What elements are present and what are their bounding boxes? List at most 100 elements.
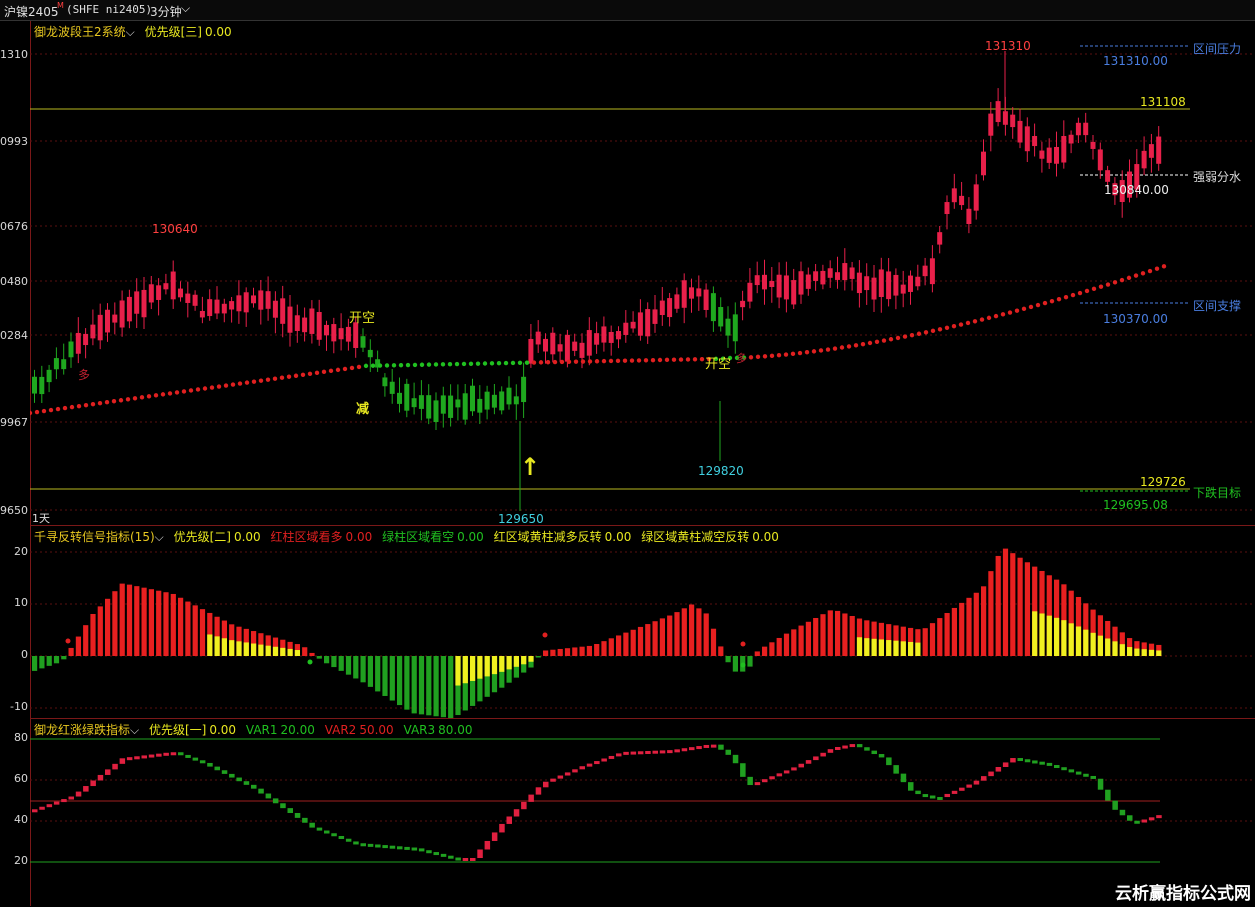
indicator-name[interactable]: 千寻反转信号指标(15) [34,530,155,544]
histogram-yellow-bar [893,640,899,656]
histogram-bar [389,656,395,701]
histogram-bar [601,641,607,656]
main-chart-panel[interactable]: 御龙波段王2系统⌵ 优先级[三] 0.00 1天 131310 130640 12… [30,21,1255,526]
trend-step [199,760,206,764]
y-tick: 1310 [0,48,28,61]
up-arrow-icon: ↑ [520,453,541,481]
trend-step [645,750,651,754]
trend-step [141,755,147,759]
period-selector[interactable]: 3分钟 [150,3,182,20]
period-label: 1天 [32,512,50,525]
histogram-yellow-bar [221,638,227,656]
ma-dot [48,407,54,413]
trend-indicator-panel[interactable]: 御龙红涨绿跌指标⌵ 优先级[一] 0.00 VAR1 20.00 VAR2 50.00… [30,718,1255,907]
symbol-name[interactable]: 沪镍2405 [4,3,59,20]
histogram-yellow-bar [513,656,519,667]
trend-step [608,755,615,759]
ma-dot [510,360,516,366]
trend-step-chart[interactable] [30,719,1255,907]
candle-body [148,284,154,303]
ma-dot [538,360,544,365]
histogram-bar [353,656,359,679]
reversal-histogram[interactable] [30,526,1255,719]
title-bar: 沪镍2405 M (SHFE ni2405) 3分钟 ⌵ [0,0,1255,21]
candle-body [105,309,110,333]
histogram-yellow-bar [1112,641,1118,656]
candle-body [199,310,205,318]
candle-body [1046,147,1052,163]
ma-dot [573,359,579,364]
candle-body [163,283,169,290]
ma-dot [804,350,810,355]
indicator-name[interactable]: 御龙红涨绿跌指标 [34,723,130,737]
ma-dot [1042,300,1048,306]
priority-value: 0.00 [233,530,261,544]
legend-label: 红柱区域看多 [270,530,343,544]
chevron-down-icon[interactable]: ⌵ [126,25,135,39]
histogram-bar [163,592,169,656]
ma-dot [608,358,614,364]
trend-step [798,763,804,768]
histogram-yellow-bar [900,641,906,656]
signal-reduce: 减 [356,402,370,417]
histogram-bar [309,652,315,656]
histogram-yellow-bar [1032,611,1038,656]
trend-step [258,788,264,794]
trend-step [616,753,622,757]
histogram-bar [557,648,563,656]
sub2-y-axis: 80 60 40 20 [0,719,31,906]
candlestick-chart[interactable] [30,21,1255,525]
symbol-marker: M [57,1,64,10]
histogram-bar [929,623,936,656]
ma-dot [1091,286,1097,292]
candle-body [382,377,388,387]
ma-dot [748,355,754,360]
support-value: 130370.00 [1103,312,1168,326]
ma-dot [895,335,901,341]
ma-dot [762,354,768,359]
chevron-down-icon[interactable]: ⌵ [155,530,164,544]
candle-body [112,314,118,323]
ma-dot [1147,268,1153,274]
ma-dot [902,334,908,339]
chevron-down-icon[interactable]: ⌵ [130,723,139,737]
candle-body [360,336,366,348]
ma-dot [888,337,894,342]
trend-step [725,749,731,755]
ma-dot [629,358,635,363]
candle-body [1105,170,1111,182]
histogram-bar [820,614,826,656]
candle-body [97,314,103,341]
trend-step [491,832,498,841]
histogram-yellow-bar [455,656,461,686]
ma-dot [615,358,621,364]
ma-dot [440,362,446,367]
chevron-down-icon[interactable]: ⌵ [181,1,190,16]
trend-step [988,771,994,777]
reversal-indicator-panel[interactable]: 千寻反转信号指标(15)⌵ 优先级[二] 0.00 红柱区域看多 0.00 绿柱区域… [30,525,1255,719]
ma-dot [839,345,845,350]
candle-body [951,188,957,203]
trend-step [324,830,330,834]
candle-body [835,272,840,280]
trend-step [659,750,666,754]
candle-body [915,276,921,287]
trend-step [126,757,133,761]
histogram-yellow-bar [1148,649,1155,656]
candle-body [966,208,972,225]
candle-body [528,338,534,364]
candle-body [586,330,592,356]
trend-step [747,776,753,786]
ma-dot [125,397,131,402]
indicator-name[interactable]: 御龙波段王2系统 [34,25,126,39]
candle-body [265,291,271,309]
histogram-bar [813,617,819,656]
candle-body [236,295,242,312]
histogram-bar [68,647,74,656]
ma-dot [559,359,565,365]
ma-dot [482,361,488,366]
ma-dot [69,404,75,410]
trend-step [1017,758,1023,762]
candle-body [572,341,578,351]
trend-step [499,823,505,833]
